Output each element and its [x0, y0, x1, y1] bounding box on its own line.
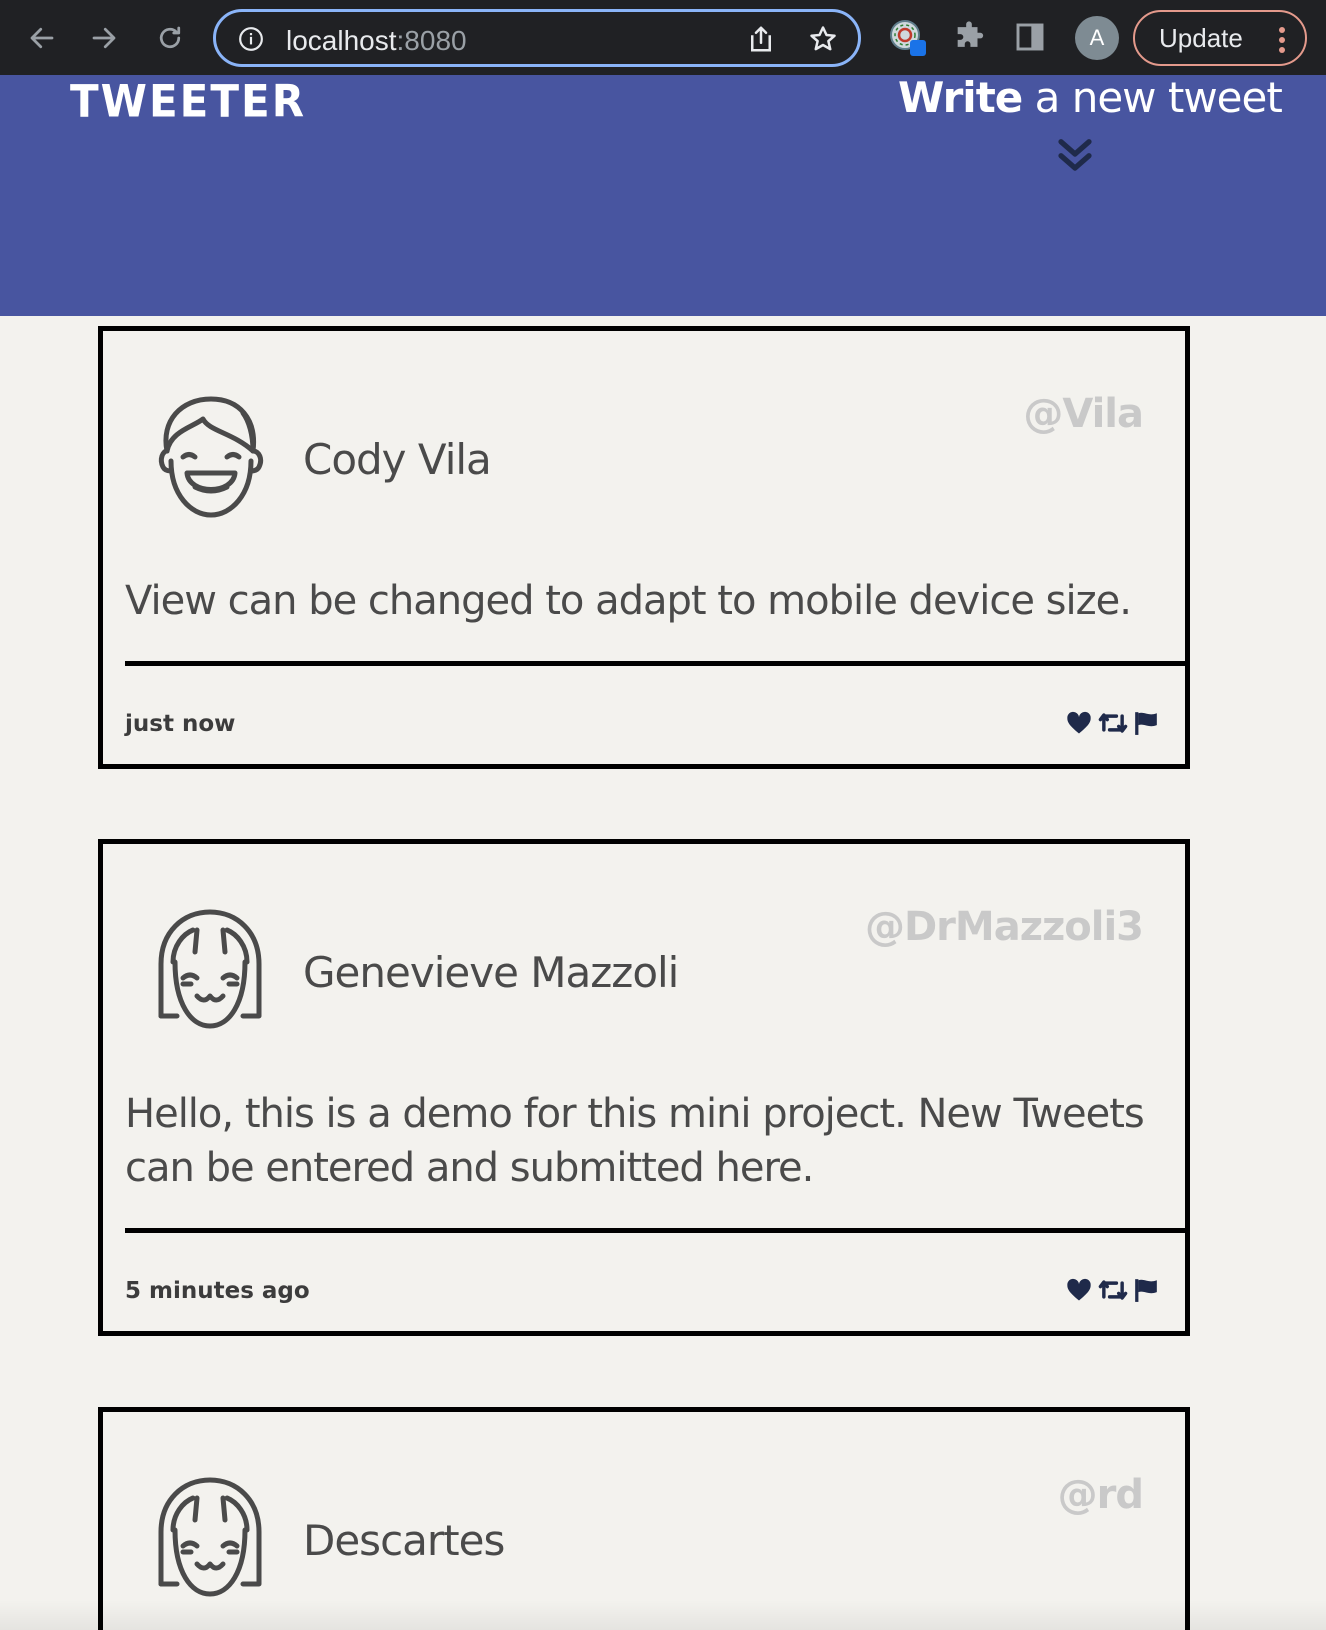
app-logo[interactable]: TWEETER — [70, 76, 306, 127]
forward-arrow-icon — [92, 27, 116, 49]
double-chevron-down-icon[interactable] — [1054, 133, 1096, 180]
tweet-actions — [1065, 709, 1159, 737]
tweet-card: Genevieve Mazzoli @DrMazzoli3 Hello, thi… — [98, 839, 1190, 1336]
tweet-divider — [125, 661, 1185, 666]
url-text[interactable]: localhost:8080 — [286, 25, 467, 57]
profile-avatar[interactable]: A — [1075, 16, 1119, 60]
bottom-shadow — [0, 1600, 1326, 1630]
extension-icon[interactable] — [888, 18, 932, 67]
more-menu-icon[interactable] — [1277, 26, 1287, 61]
tweet-content: View can be changed to adapt to mobile d… — [125, 578, 1132, 624]
profile-initial: A — [1089, 25, 1105, 50]
flag-icon[interactable] — [1133, 1276, 1159, 1304]
tweet-author-handle: @Vila — [1023, 391, 1144, 437]
browser-toolbar: localhost:8080 A Update — [0, 0, 1326, 75]
back-arrow-icon — [30, 27, 54, 49]
tweet-author-name: Descartes — [303, 1516, 505, 1565]
smiling-girl-avatar-icon — [153, 904, 268, 1039]
share-icon[interactable] — [746, 24, 776, 59]
retweet-icon[interactable] — [1097, 1276, 1129, 1304]
bookmark-star-icon[interactable] — [808, 24, 838, 59]
tweet-author-handle: @rd — [1057, 1472, 1144, 1518]
tweet-author-name: Cody Vila — [303, 435, 492, 484]
puzzle-extensions-icon[interactable] — [952, 20, 986, 59]
compose-rest-text: a new tweet — [1022, 73, 1283, 122]
tweet-actions — [1065, 1276, 1159, 1304]
url-port: :8080 — [396, 25, 467, 56]
tweet-card: Descartes @rd — [98, 1407, 1190, 1630]
address-bar[interactable]: localhost:8080 — [213, 9, 861, 67]
compose-bold-text: Write — [898, 73, 1023, 122]
tweet-timestamp: just now — [125, 711, 236, 737]
site-info-icon[interactable] — [238, 26, 264, 57]
smiling-boy-avatar-icon — [153, 391, 268, 526]
heart-icon[interactable] — [1065, 709, 1093, 737]
heart-icon[interactable] — [1065, 1276, 1093, 1304]
update-label: Update — [1159, 22, 1243, 53]
tweet-timestamp: 5 minutes ago — [125, 1278, 310, 1304]
app-header: TWEETER Write a new tweet — [0, 73, 1326, 316]
tweet-card: Cody Vila @Vila View can be changed to a… — [98, 326, 1190, 769]
side-panel-icon[interactable] — [1014, 20, 1046, 59]
tweet-author-handle: @DrMazzoli3 — [864, 904, 1144, 950]
tweet-author-name: Genevieve Mazzoli — [303, 948, 679, 997]
update-button[interactable]: Update — [1133, 10, 1307, 66]
retweet-icon[interactable] — [1097, 709, 1129, 737]
smiling-girl-avatar-icon — [153, 1472, 268, 1607]
tweet-content: Hello, this is a demo for this mini proj… — [125, 1091, 1145, 1191]
reload-button[interactable] — [150, 18, 190, 58]
forward-button[interactable] — [84, 18, 124, 58]
url-host: localhost — [286, 25, 397, 56]
tweet-divider — [125, 1228, 1185, 1233]
compose-link[interactable]: Write a new tweet — [898, 73, 1283, 122]
flag-icon[interactable] — [1133, 709, 1159, 737]
reload-icon — [159, 26, 181, 49]
back-button[interactable] — [22, 18, 62, 58]
